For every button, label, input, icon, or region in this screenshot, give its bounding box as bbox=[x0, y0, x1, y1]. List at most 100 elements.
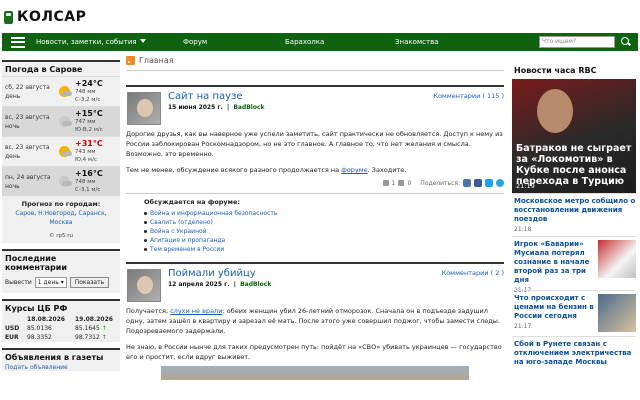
sun-cloud-icon bbox=[59, 86, 72, 97]
forum-link[interactable]: форуме bbox=[341, 166, 367, 174]
forecast-title: Прогноз по городам: bbox=[21, 200, 101, 208]
thumbs-up-icon[interactable] bbox=[382, 180, 389, 186]
lead-news-photo bbox=[537, 89, 573, 133]
rates-date: 18.08.2026 bbox=[27, 316, 65, 323]
weather-date: сб, 22 августа bbox=[5, 83, 50, 91]
news-item-title[interactable]: Московское метро собщило о восстановлени… bbox=[514, 197, 636, 224]
forum-title: Обсуждается на форуме: bbox=[144, 198, 240, 206]
show-label: Вывести bbox=[5, 279, 32, 286]
lead-news[interactable]: Батраков не сыграет за «Локомотив» в Куб… bbox=[512, 79, 636, 193]
chevron-down-icon bbox=[139, 39, 146, 43]
arrow-up-icon: ↑ bbox=[101, 325, 107, 332]
weather-pressure: 748 мм bbox=[75, 88, 96, 95]
news-item-title[interactable]: Что происходит с ценами на бензин в Росс… bbox=[514, 294, 596, 321]
forecast-link-sarov[interactable]: Саров bbox=[15, 210, 34, 217]
weather-part: ночь bbox=[5, 182, 20, 190]
post-comments-link[interactable]: Комментарии ( 115 ) bbox=[433, 92, 504, 100]
moon-cloud-icon bbox=[59, 176, 72, 187]
weather-pressure: 743 мм bbox=[75, 148, 96, 155]
forecast-link-moscow[interactable]: Москва bbox=[50, 219, 73, 226]
news-item-time: 21:18 bbox=[514, 226, 532, 233]
news-item-title[interactable]: Игрок «Баварии» Мусиала потерял сознание… bbox=[514, 240, 596, 285]
list-item[interactable]: Сбой в Рунете связан с отключением элект… bbox=[512, 336, 636, 370]
menu-icon[interactable] bbox=[11, 36, 25, 48]
post-meta: 15 июня 2025 г. | BadBlock bbox=[168, 104, 265, 111]
ads-title: Объявления в газеты bbox=[5, 353, 104, 362]
breadcrumb: Главная bbox=[126, 55, 504, 71]
forecast-link-nnovgorod[interactable]: Н.Новгород bbox=[38, 210, 75, 217]
post-text: Дорогие друзья, как вы наверное уже успе… bbox=[126, 130, 503, 158]
comments-widget: Последние комментарии Вывести 1 день ▾ П… bbox=[2, 249, 120, 293]
sun-cloud-icon bbox=[59, 146, 72, 157]
search-icon[interactable] bbox=[619, 36, 632, 48]
rumors-link[interactable]: слухи не врали bbox=[170, 307, 222, 315]
logo-icon bbox=[4, 10, 13, 24]
post-title[interactable]: Поймали убийцу bbox=[168, 268, 256, 279]
rss-icon[interactable] bbox=[126, 55, 135, 65]
weather-title: Погода в Сарове bbox=[5, 65, 83, 74]
thumbs-down-icon[interactable] bbox=[398, 180, 405, 186]
twitter-icon[interactable] bbox=[485, 179, 493, 187]
post-text: Не знаю, в России нынче для таких предус… bbox=[126, 343, 502, 361]
lead-news-time: 21:19 bbox=[516, 182, 535, 190]
site-header: КОЛСАР bbox=[0, 0, 640, 32]
weather-temp: +15°C bbox=[75, 108, 103, 118]
lead-news-title[interactable]: Батраков не сыграет за «Локомотив» в Куб… bbox=[516, 143, 632, 187]
rates-table: 18.08.2026 19.08.2026 USD 85.0136 85.1645 ↑… bbox=[2, 315, 120, 342]
forum-item[interactable]: Война и информационная безопасность bbox=[150, 210, 277, 217]
weather-temp: +16°C bbox=[75, 168, 103, 178]
post-text: Тем не менее, обсуждение всякого разного… bbox=[126, 166, 407, 174]
period-select[interactable]: 1 день ▾ bbox=[34, 277, 67, 288]
weather-source[interactable]: © rp5.ru bbox=[2, 231, 120, 243]
list-item[interactable]: Что происходит с ценами на бензин в Росс… bbox=[512, 290, 636, 336]
vk-icon[interactable] bbox=[463, 179, 471, 187]
forecast-link-saransk[interactable]: Саранск bbox=[79, 210, 105, 217]
left-sidebar: Погода в Сарове сб, 22 августа день +24°C… bbox=[2, 60, 120, 377]
post-photo bbox=[161, 366, 469, 380]
share-label: Поделиться: bbox=[420, 179, 460, 187]
site-logo[interactable]: КОЛСАР bbox=[4, 9, 86, 25]
show-button[interactable]: Показать bbox=[69, 277, 110, 288]
post-title[interactable]: Сайт на паузе bbox=[168, 91, 243, 102]
nav-item-market[interactable]: Барахолка bbox=[285, 38, 324, 46]
post-author[interactable]: BadBlock bbox=[240, 281, 271, 288]
list-item[interactable]: Игрок «Баварии» Мусиала потерял сознание… bbox=[512, 236, 636, 294]
list-item[interactable]: Московское метро собщило о восстановлени… bbox=[512, 193, 636, 236]
news-item-title[interactable]: Сбой в Рунете связан с отключением элект… bbox=[514, 340, 636, 367]
forum-item[interactable]: Тем временем в России bbox=[150, 246, 224, 253]
forum-item[interactable]: Свалить (отделено) bbox=[150, 219, 213, 226]
nav-item-dating[interactable]: Знакомства bbox=[395, 38, 439, 46]
rates-widget: Курсы ЦБ РФ 18.08.2026 19.08.2026 USD 85.0… bbox=[2, 299, 120, 342]
table-row: USD 85.0136 85.1645 ↑ bbox=[5, 325, 107, 332]
moon-cloud-icon bbox=[59, 116, 72, 127]
weather-part: день bbox=[5, 152, 21, 160]
post-author[interactable]: BadBlock bbox=[233, 104, 264, 111]
weather-widget: Погода в Сарове сб, 22 августа день +24°C… bbox=[2, 60, 120, 243]
forum-item[interactable]: Война с Украиной bbox=[150, 228, 207, 235]
weather-row: пн, 24 августа ночь +16°C 748 мм С-З,1 м/с bbox=[2, 166, 120, 196]
forum-discussions: Обсуждается на форуме: Война и информаци… bbox=[126, 193, 504, 254]
ads-link[interactable]: Подать объявление bbox=[5, 364, 68, 371]
post-meta: 12 апреля 2025 г. | BadBlock bbox=[168, 281, 272, 288]
weather-wind: С-З,2 м/с bbox=[75, 96, 101, 103]
weather-date: пн, 24 августа bbox=[5, 173, 51, 181]
rates-date: 19.08.2026 bbox=[75, 316, 113, 323]
telegram-icon[interactable] bbox=[496, 179, 504, 187]
forum-item[interactable]: Агитация и пропаганда bbox=[150, 237, 225, 244]
weather-wind: Ю,4 м/с bbox=[75, 156, 97, 163]
arrow-up-icon: ↑ bbox=[101, 334, 107, 341]
weather-part: день bbox=[5, 92, 21, 100]
nav-item-forum[interactable]: Форум bbox=[183, 38, 207, 46]
author-avatar bbox=[127, 92, 161, 125]
nav-item-news[interactable]: Новости, заметки, события bbox=[36, 38, 146, 46]
news-item-image bbox=[598, 294, 636, 332]
post-text: Получается, слухи не врали: обеих женщин… bbox=[126, 307, 500, 335]
weather-wind: С-З,1 м/с bbox=[75, 186, 101, 193]
facebook-icon[interactable] bbox=[474, 179, 482, 187]
rates-title: Курсы ЦБ РФ bbox=[5, 304, 68, 313]
post: Поймали убийцу 12 апреля 2025 г. | BadBl… bbox=[126, 262, 504, 306]
search-input[interactable]: Что ищем? bbox=[539, 36, 615, 48]
weather-date: вс, 23 августа bbox=[5, 143, 50, 151]
breadcrumb-home[interactable]: Главная bbox=[139, 56, 174, 65]
post-comments-link[interactable]: Комментарии ( 2 ) bbox=[442, 269, 504, 277]
